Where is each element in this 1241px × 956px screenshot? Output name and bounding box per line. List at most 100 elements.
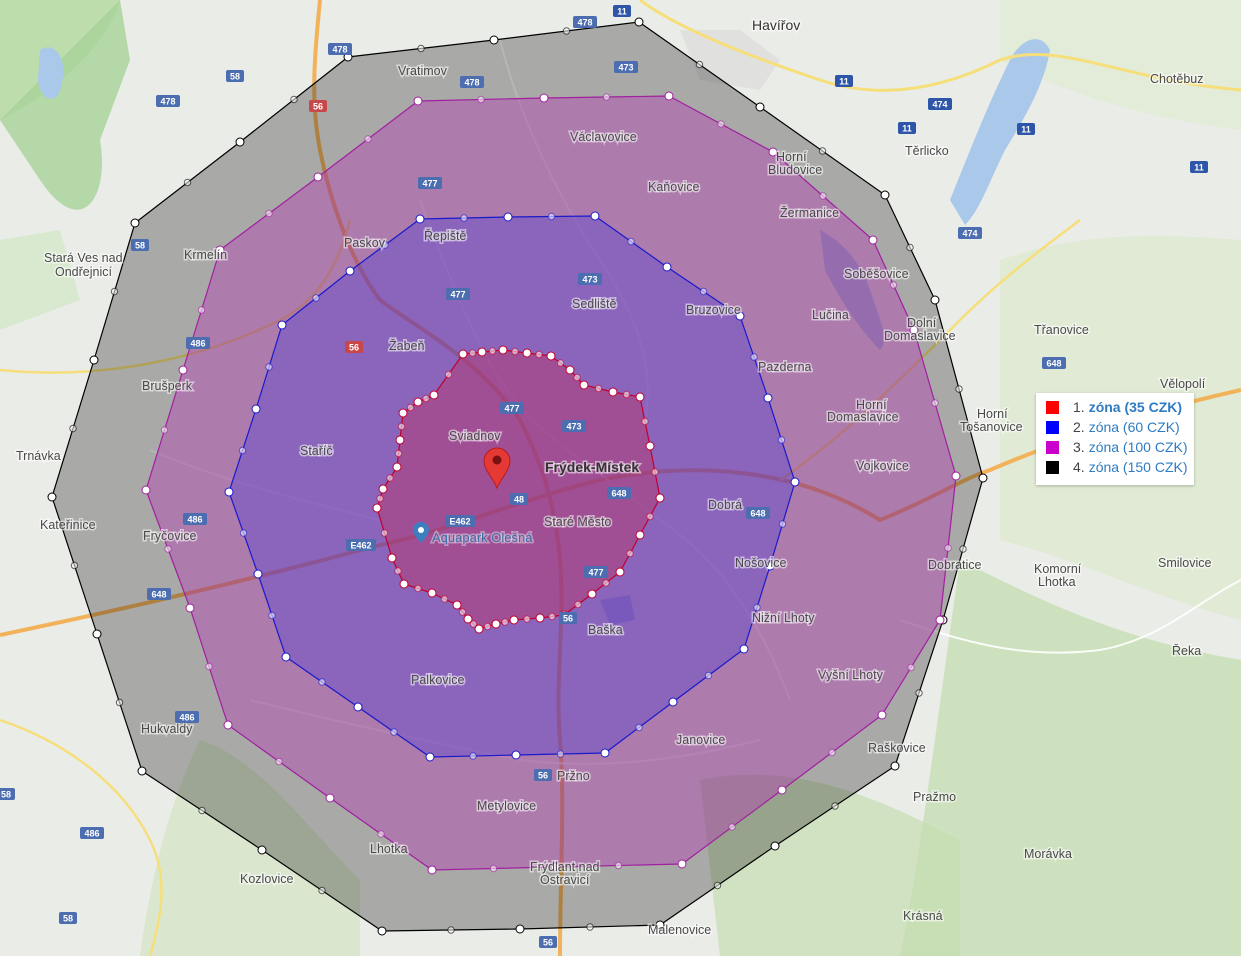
zone-1-midpoint-handle[interactable]: [626, 549, 634, 558]
zone-1-midpoint-handle[interactable]: [394, 567, 402, 575]
zone-3-midpoint-handle[interactable]: [265, 209, 273, 218]
zone-3-midpoint-handle[interactable]: [614, 861, 623, 870]
zone-2-vertex-handle[interactable]: [511, 750, 521, 760]
zone-4-vertex-handle[interactable]: [92, 629, 102, 639]
zone-1-vertex-handle[interactable]: [399, 579, 409, 589]
zone-2-vertex-handle[interactable]: [251, 404, 261, 414]
zone-4-vertex-handle[interactable]: [634, 17, 644, 27]
legend-item-zone-2[interactable]: 2. zóna (60 CZK): [1046, 417, 1180, 437]
zone-4-midpoint-handle[interactable]: [955, 385, 963, 393]
zone-3-midpoint-handle[interactable]: [364, 135, 372, 143]
zone-2-midpoint-handle[interactable]: [556, 750, 565, 758]
zone-2-midpoint-handle[interactable]: [753, 603, 761, 612]
zone-3-vertex-handle[interactable]: [935, 615, 945, 625]
zone-2-midpoint-handle[interactable]: [312, 294, 320, 302]
zone-1-vertex-handle[interactable]: [378, 484, 388, 494]
zone-3-midpoint-handle[interactable]: [931, 399, 939, 407]
zone-3-midpoint-handle[interactable]: [489, 864, 498, 873]
zone-4-midpoint-handle[interactable]: [447, 926, 455, 934]
zone-3-vertex-handle[interactable]: [413, 96, 423, 106]
zone-3-vertex-handle[interactable]: [427, 865, 437, 875]
zone-2-vertex-handle[interactable]: [739, 644, 749, 654]
legend-label[interactable]: zóna (60 CZK): [1089, 419, 1180, 435]
zone-4-vertex-handle[interactable]: [930, 295, 940, 305]
zone-3-vertex-handle[interactable]: [868, 235, 878, 245]
zone-1-vertex-handle[interactable]: [565, 365, 575, 375]
zone-3-midpoint-handle[interactable]: [160, 426, 169, 434]
zone-4-midpoint-handle[interactable]: [198, 806, 206, 815]
zone-3-midpoint-handle[interactable]: [828, 748, 836, 757]
zone-2-vertex-handle[interactable]: [590, 211, 600, 221]
zone-1-midpoint-handle[interactable]: [458, 608, 467, 616]
zone-4-vertex-handle[interactable]: [235, 137, 245, 147]
zone-2-midpoint-handle[interactable]: [778, 520, 787, 528]
zone-3-midpoint-handle[interactable]: [728, 823, 736, 831]
legend-item-zone-1[interactable]: 1. zóna (35 CZK): [1046, 397, 1182, 417]
zone-4-vertex-handle[interactable]: [755, 102, 765, 112]
zone-1-vertex-handle[interactable]: [463, 614, 473, 624]
zone-1-midpoint-handle[interactable]: [535, 350, 543, 359]
zone-1-midpoint-handle[interactable]: [380, 529, 389, 537]
zone-2-vertex-handle[interactable]: [600, 748, 610, 758]
zone-4-midpoint-handle[interactable]: [417, 44, 425, 53]
zone-1-midpoint-handle[interactable]: [651, 468, 659, 476]
zone-1-vertex-handle[interactable]: [398, 408, 408, 418]
zone-4-midpoint-handle[interactable]: [318, 886, 326, 895]
zone-1-vertex-handle[interactable]: [635, 392, 645, 402]
zone-4-midpoint-handle[interactable]: [959, 545, 967, 553]
zone-2-midpoint-handle[interactable]: [699, 287, 708, 296]
zone-1-vertex-handle[interactable]: [387, 553, 397, 563]
zone-3-midpoint-handle[interactable]: [477, 95, 485, 104]
zone-1-vertex-handle[interactable]: [429, 390, 439, 400]
zone-3-midpoint-handle[interactable]: [717, 120, 725, 128]
zone-4-midpoint-handle[interactable]: [818, 147, 827, 155]
zone-3-midpoint-handle[interactable]: [205, 662, 213, 671]
zone-4-midpoint-handle[interactable]: [562, 27, 571, 35]
zone-3-vertex-handle[interactable]: [313, 172, 323, 182]
zone-3-midpoint-handle[interactable]: [275, 757, 283, 766]
zone-3-midpoint-handle[interactable]: [602, 93, 611, 101]
zone-3-vertex-handle[interactable]: [325, 793, 335, 803]
zone-2-midpoint-handle[interactable]: [777, 436, 786, 444]
zone-2-vertex-handle[interactable]: [763, 393, 773, 403]
legend-item-zone-3[interactable]: 3. zóna (100 CZK): [1046, 437, 1188, 457]
zone-3-vertex-handle[interactable]: [951, 471, 961, 481]
zone-2-vertex-handle[interactable]: [662, 262, 672, 272]
zone-2-midpoint-handle[interactable]: [265, 363, 273, 371]
zone-4-vertex-handle[interactable]: [257, 845, 267, 855]
zone-1-midpoint-handle[interactable]: [602, 579, 610, 587]
zone-3-vertex-handle[interactable]: [539, 93, 549, 103]
zone-4-vertex-handle[interactable]: [770, 841, 780, 851]
zone-1-midpoint-handle[interactable]: [646, 512, 654, 521]
zone-1-vertex-handle[interactable]: [427, 588, 437, 598]
zone-4-vertex-handle[interactable]: [515, 924, 525, 934]
zone-1-vertex-handle[interactable]: [452, 600, 462, 610]
zone-4-vertex-handle[interactable]: [47, 492, 57, 502]
zone-4-vertex-handle[interactable]: [489, 35, 499, 45]
zone-4-vertex-handle[interactable]: [130, 218, 140, 228]
zone-1-vertex-handle[interactable]: [608, 387, 618, 397]
legend-label[interactable]: zóna (35 CZK): [1089, 399, 1182, 415]
zone-2-vertex-handle[interactable]: [503, 212, 513, 222]
zone-4-midpoint-handle[interactable]: [70, 561, 79, 570]
zone-1-vertex-handle[interactable]: [535, 613, 545, 623]
zone-1-midpoint-handle[interactable]: [394, 449, 403, 458]
zone-1-vertex-handle[interactable]: [413, 397, 423, 407]
zone-2-vertex-handle[interactable]: [668, 697, 678, 707]
zone-2-midpoint-handle[interactable]: [460, 214, 468, 222]
zone-3-vertex-handle[interactable]: [777, 785, 787, 795]
zone-1-midpoint-handle[interactable]: [468, 349, 477, 357]
zone-4-vertex-handle[interactable]: [880, 190, 890, 200]
zone-3-midpoint-handle[interactable]: [377, 830, 385, 838]
zone-3-vertex-handle[interactable]: [677, 859, 687, 869]
zone-1-vertex-handle[interactable]: [615, 567, 625, 577]
zone-1-midpoint-handle[interactable]: [523, 615, 531, 623]
zone-1-midpoint-handle[interactable]: [511, 347, 519, 356]
legend-label[interactable]: zóna (150 CZK): [1089, 459, 1188, 475]
legend-label[interactable]: zóna (100 CZK): [1089, 439, 1188, 455]
zone-1-vertex-handle[interactable]: [522, 348, 532, 358]
zone-2-midpoint-handle[interactable]: [627, 237, 635, 246]
zone-1-vertex-handle[interactable]: [372, 503, 382, 513]
zone-1-vertex-handle[interactable]: [395, 435, 405, 445]
zone-4-midpoint-handle[interactable]: [183, 178, 192, 187]
